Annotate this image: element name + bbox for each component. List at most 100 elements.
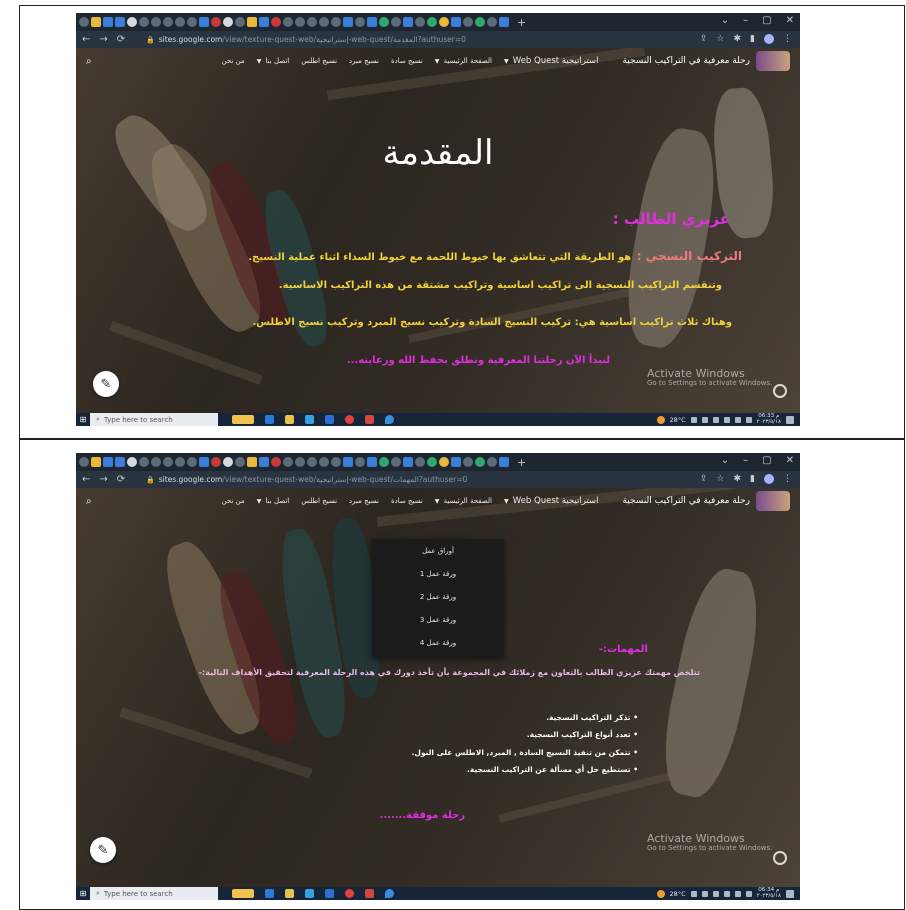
reload-icon[interactable]: ⟳ bbox=[117, 474, 125, 485]
tab-favicon[interactable] bbox=[235, 457, 245, 467]
tab-favicon[interactable] bbox=[295, 17, 305, 27]
site-title[interactable]: رحلة معرفية في التراكيب النسجية bbox=[622, 496, 750, 506]
tab-favicon[interactable] bbox=[379, 457, 389, 467]
info-icon[interactable] bbox=[773, 851, 787, 865]
minimize-icon[interactable]: – bbox=[743, 15, 748, 26]
site-logo[interactable] bbox=[756, 491, 790, 511]
tab-favicon[interactable] bbox=[379, 17, 389, 27]
tab-favicon[interactable] bbox=[427, 17, 437, 27]
tray-icon[interactable] bbox=[690, 416, 697, 423]
file-explorer-icon[interactable] bbox=[285, 889, 294, 898]
star-icon[interactable]: ☆ bbox=[716, 34, 724, 44]
menu-icon[interactable]: ⋮ bbox=[783, 474, 792, 484]
tab-favicon[interactable] bbox=[151, 457, 161, 467]
weather-text[interactable]: 28°C bbox=[670, 416, 686, 424]
volume-icon[interactable] bbox=[745, 416, 752, 423]
file-explorer-icon[interactable] bbox=[285, 415, 294, 424]
windows-start-icon[interactable]: ⊞ bbox=[76, 889, 90, 898]
taskbar-clock[interactable]: 06:33 م ٢٠٢٣/٥/١٨ bbox=[757, 413, 781, 425]
tray-icon[interactable] bbox=[690, 890, 697, 897]
nav-weave-plain[interactable]: نسيج سادة bbox=[391, 497, 423, 505]
news-widget-icon[interactable] bbox=[232, 889, 254, 898]
tab-favicon[interactable] bbox=[499, 457, 509, 467]
tab-favicon[interactable] bbox=[175, 457, 185, 467]
tab-favicon[interactable] bbox=[439, 457, 449, 467]
tab-favicon[interactable] bbox=[79, 457, 89, 467]
drop-app-icon[interactable] bbox=[385, 889, 394, 898]
tab-favicon[interactable] bbox=[79, 17, 89, 27]
nav-webquest[interactable]: استراتيجية Web Quest ▼ bbox=[504, 56, 599, 66]
volume-icon[interactable] bbox=[745, 890, 752, 897]
reload-icon[interactable]: ⟳ bbox=[117, 34, 125, 45]
dropdown-item-worksheet-4[interactable]: ورقة عمل 4 bbox=[372, 631, 504, 654]
edit-pencil-button[interactable]: ✎ bbox=[90, 837, 116, 863]
tray-icon[interactable] bbox=[701, 890, 708, 897]
edge-icon[interactable] bbox=[265, 415, 274, 424]
tab-search-icon[interactable]: ⌄ bbox=[721, 15, 729, 26]
share-icon[interactable]: ⇪ bbox=[700, 474, 708, 484]
nav-weave-twill[interactable]: نسيج مبرد bbox=[349, 57, 379, 65]
menu-icon[interactable]: ⋮ bbox=[783, 34, 792, 44]
tab-close-icon[interactable] bbox=[127, 457, 137, 467]
profile-avatar[interactable] bbox=[764, 474, 774, 484]
nav-weave-satin[interactable]: نسيج اطلس bbox=[301, 57, 337, 65]
lock-icon[interactable]: 🔒 bbox=[146, 36, 155, 44]
powerpoint-icon[interactable] bbox=[365, 889, 374, 898]
store-icon[interactable] bbox=[305, 889, 314, 898]
tab-favicon[interactable] bbox=[163, 17, 173, 27]
tab-favicon[interactable] bbox=[499, 17, 509, 27]
tab-favicon[interactable] bbox=[307, 457, 317, 467]
dropdown-item-worksheet-3[interactable]: ورقة عمل 3 bbox=[372, 608, 504, 631]
dropdown-header[interactable]: أوراق عمل bbox=[372, 539, 504, 562]
tab-favicon[interactable] bbox=[235, 17, 245, 27]
maximize-icon[interactable]: ▢ bbox=[762, 455, 771, 466]
nav-weave-satin[interactable]: نسيج اطلس bbox=[301, 497, 337, 505]
tab-search-icon[interactable]: ⌄ bbox=[721, 455, 729, 466]
tab-favicon[interactable] bbox=[319, 17, 329, 27]
back-arrow-icon[interactable]: ← bbox=[82, 474, 90, 485]
tab-favicon[interactable] bbox=[271, 457, 281, 467]
site-title[interactable]: رحلة معرفية في التراكيب النسجية bbox=[622, 56, 750, 66]
tab-close-icon[interactable] bbox=[127, 17, 137, 27]
word-icon[interactable] bbox=[325, 415, 334, 424]
extensions-icon[interactable]: ✱ bbox=[734, 34, 742, 44]
tab-favicon[interactable] bbox=[295, 457, 305, 467]
tab-favicon[interactable] bbox=[91, 17, 101, 27]
tab-favicon[interactable] bbox=[367, 17, 377, 27]
tab-favicon[interactable] bbox=[403, 457, 413, 467]
tab-favicon[interactable] bbox=[187, 17, 197, 27]
tab-favicon[interactable] bbox=[415, 17, 425, 27]
windows-start-icon[interactable]: ⊞ bbox=[76, 415, 90, 424]
tab-favicon[interactable] bbox=[343, 17, 353, 27]
tab-favicon[interactable] bbox=[451, 17, 461, 27]
tab-favicon[interactable] bbox=[439, 17, 449, 27]
tab-favicon[interactable] bbox=[355, 457, 365, 467]
store-icon[interactable] bbox=[305, 415, 314, 424]
lock-icon[interactable]: 🔒 bbox=[146, 476, 155, 484]
taskbar-search[interactable]: ⌕ Type here to search bbox=[90, 887, 218, 900]
tab-favicon[interactable] bbox=[391, 17, 401, 27]
tray-icon[interactable] bbox=[701, 416, 708, 423]
tab-favicon[interactable] bbox=[151, 17, 161, 27]
tab-favicon[interactable] bbox=[283, 457, 293, 467]
word-icon[interactable] bbox=[325, 889, 334, 898]
search-icon[interactable]: ⌕ bbox=[86, 496, 92, 507]
tab-favicon[interactable] bbox=[115, 17, 125, 27]
tab-favicon[interactable] bbox=[451, 457, 461, 467]
nav-contact[interactable]: اتصل بنا ▼ bbox=[257, 57, 290, 65]
tab-favicon[interactable] bbox=[103, 17, 113, 27]
tab-favicon[interactable] bbox=[271, 17, 281, 27]
tab-favicon[interactable] bbox=[427, 457, 437, 467]
tab-favicon[interactable] bbox=[415, 457, 425, 467]
tab-favicon[interactable] bbox=[211, 17, 221, 27]
tray-icon[interactable] bbox=[723, 416, 730, 423]
tab-favicon[interactable] bbox=[115, 457, 125, 467]
close-icon[interactable]: ✕ bbox=[786, 455, 794, 466]
sidepanel-icon[interactable]: ▮ bbox=[750, 474, 755, 484]
notifications-icon[interactable] bbox=[786, 415, 794, 424]
forward-arrow-icon[interactable]: → bbox=[99, 34, 107, 45]
notifications-icon[interactable] bbox=[786, 889, 794, 898]
tab-favicon[interactable] bbox=[139, 17, 149, 27]
tab-favicon[interactable] bbox=[307, 17, 317, 27]
tab-favicon[interactable] bbox=[475, 17, 485, 27]
